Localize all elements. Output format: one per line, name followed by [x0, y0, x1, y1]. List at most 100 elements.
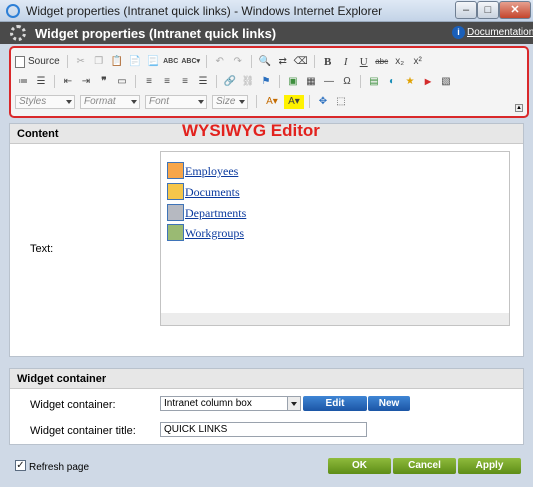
toolbar-separator [309, 95, 310, 108]
undo-icon[interactable]: ↶ [212, 55, 228, 69]
indent-icon[interactable]: ⇥ [78, 75, 94, 89]
image-icon[interactable]: ▣ [285, 75, 301, 89]
align-center-icon[interactable]: ≡ [159, 75, 175, 89]
outdent-icon[interactable]: ⇤ [60, 75, 76, 89]
remove-format-icon[interactable]: ⌫ [293, 55, 309, 69]
paste-word-icon[interactable]: 📃 [145, 55, 161, 69]
insert-media-icon[interactable]: ▤ [366, 75, 382, 89]
superscript-icon[interactable]: x² [410, 55, 426, 69]
toolbar-separator [313, 55, 315, 68]
editor-bottom-bar [161, 313, 509, 325]
replace-icon[interactable]: ⇄ [275, 55, 291, 69]
italic-icon[interactable]: I [338, 55, 354, 69]
numbered-list-icon[interactable]: ≔ [15, 75, 31, 89]
horizontal-rule-icon[interactable]: ― [321, 75, 337, 89]
employees-link[interactable]: Employees [185, 164, 238, 179]
strikethrough-icon[interactable]: abc [374, 55, 390, 69]
ok-button[interactable]: OK [328, 458, 391, 474]
refresh-page-checkbox[interactable]: ✓ [15, 460, 26, 471]
insert-widget-icon[interactable]: ◐ [384, 75, 400, 89]
insert-star-icon[interactable]: ★ [402, 75, 418, 89]
size-label: Size [216, 95, 236, 107]
text-color-icon[interactable]: A▾ [262, 95, 282, 109]
documents-link[interactable]: Documents [185, 185, 240, 200]
gear-icon [10, 25, 26, 41]
collapse-toolbar-button[interactable]: ▲ [515, 104, 523, 112]
link-icon[interactable]: 🔗 [222, 75, 238, 89]
documentation-link[interactable]: Documentation [467, 27, 533, 38]
cut-icon[interactable]: ✂ [73, 55, 89, 69]
list-item: Workgroups [167, 224, 244, 241]
youtube-icon[interactable]: ▶ [420, 75, 436, 89]
list-item: Departments [167, 204, 246, 221]
underline-icon[interactable]: U [356, 55, 372, 69]
workgroups-link[interactable]: Workgroups [185, 226, 244, 241]
toolbar-separator [216, 75, 217, 88]
departments-link[interactable]: Departments [185, 206, 246, 221]
toolbar-separator [205, 55, 207, 68]
people-icon [167, 162, 184, 179]
size-dropdown[interactable]: Size [212, 94, 248, 109]
close-window-button[interactable]: ✕ [499, 1, 531, 19]
insert-form-icon[interactable]: ▧ [438, 75, 454, 89]
window-title: Widget properties (Intranet quick links)… [26, 4, 383, 18]
chevron-down-icon [131, 99, 137, 104]
maximize-editor-icon[interactable]: ✥ [315, 95, 331, 109]
widget-container-title-label: Widget container title: [30, 425, 136, 437]
info-icon[interactable]: i [452, 26, 465, 39]
chevron-down-icon [198, 99, 204, 104]
widget-container-value: Intranet column box [164, 398, 252, 409]
anchor-icon[interactable]: ⚑ [258, 75, 274, 89]
toolbar-separator [256, 95, 257, 108]
format-label: Format [84, 95, 116, 107]
subscript-icon[interactable]: x₂ [392, 55, 408, 69]
background-color-icon[interactable]: A▾ [284, 94, 304, 109]
styles-dropdown[interactable]: Styles [15, 94, 75, 109]
cancel-button[interactable]: Cancel [393, 458, 456, 474]
new-button[interactable]: New [368, 396, 410, 411]
spellcheck-icon[interactable]: ABC [163, 55, 179, 69]
wysiwyg-editor-area[interactable]: Employees Documents Departments Workgrou… [160, 151, 510, 326]
widget-container-title-input[interactable]: QUICK LINKS [160, 422, 367, 437]
apply-button[interactable]: Apply [458, 458, 521, 474]
toolbar-row-3: Styles Format Font Size A▾ A▾ ✥ ⬚ [15, 93, 351, 110]
maximize-button[interactable]: □ [477, 1, 499, 19]
find-icon[interactable]: 🔍 [257, 55, 273, 69]
bulleted-list-icon[interactable]: ☰ [33, 75, 49, 89]
edit-button[interactable]: Edit [303, 396, 367, 411]
justify-icon[interactable]: ☰ [195, 75, 211, 89]
paste-icon[interactable]: 📋 [109, 55, 125, 69]
source-label: Source [28, 56, 60, 67]
div-container-icon[interactable]: ▭ [114, 75, 130, 89]
refresh-page-label[interactable]: Refresh page [29, 462, 89, 473]
toolbar-row-2: ≔ ☰ ⇤ ⇥ ❞ ▭ ≡ ≡ ≡ ☰ 🔗 ⛓ ⚑ ▣ ▦ ― Ω ▤ ◐ ★ … [15, 73, 456, 90]
chevron-down-icon [66, 99, 72, 104]
spellcheck-options-icon[interactable]: ABC▾ [181, 55, 201, 69]
widget-container-heading: Widget container [10, 369, 523, 389]
source-button[interactable]: Source [15, 55, 60, 68]
align-left-icon[interactable]: ≡ [141, 75, 157, 89]
minimize-button[interactable]: – [455, 1, 477, 19]
format-dropdown[interactable]: Format [80, 94, 140, 109]
font-dropdown[interactable]: Font [145, 94, 207, 109]
toolbar-separator [360, 75, 361, 88]
toolbar-separator [66, 55, 68, 68]
editor-toolbar-highlight: Source ✂ ❐ 📋 📄 📃 ABC ABC▾ ↶ ↷ 🔍 ⇄ ⌫ B I … [9, 46, 529, 118]
folder-icon [167, 183, 184, 200]
table-icon[interactable]: ▦ [303, 75, 319, 89]
unlink-icon[interactable]: ⛓ [240, 75, 256, 89]
copy-icon[interactable]: ❐ [91, 55, 107, 69]
list-item: Documents [167, 183, 240, 200]
list-item: Employees [167, 162, 238, 179]
redo-icon[interactable]: ↷ [230, 55, 246, 69]
widget-container-select[interactable]: Intranet column box [160, 396, 301, 411]
blockquote-icon[interactable]: ❞ [96, 75, 112, 89]
bold-icon[interactable]: B [320, 55, 336, 69]
show-blocks-icon[interactable]: ⬚ [333, 95, 349, 109]
special-char-icon[interactable]: Ω [339, 75, 355, 89]
align-right-icon[interactable]: ≡ [177, 75, 193, 89]
chevron-down-icon [239, 99, 245, 104]
paste-text-icon[interactable]: 📄 [127, 55, 143, 69]
toolbar-separator [250, 55, 252, 68]
chevron-down-icon[interactable] [287, 397, 300, 410]
